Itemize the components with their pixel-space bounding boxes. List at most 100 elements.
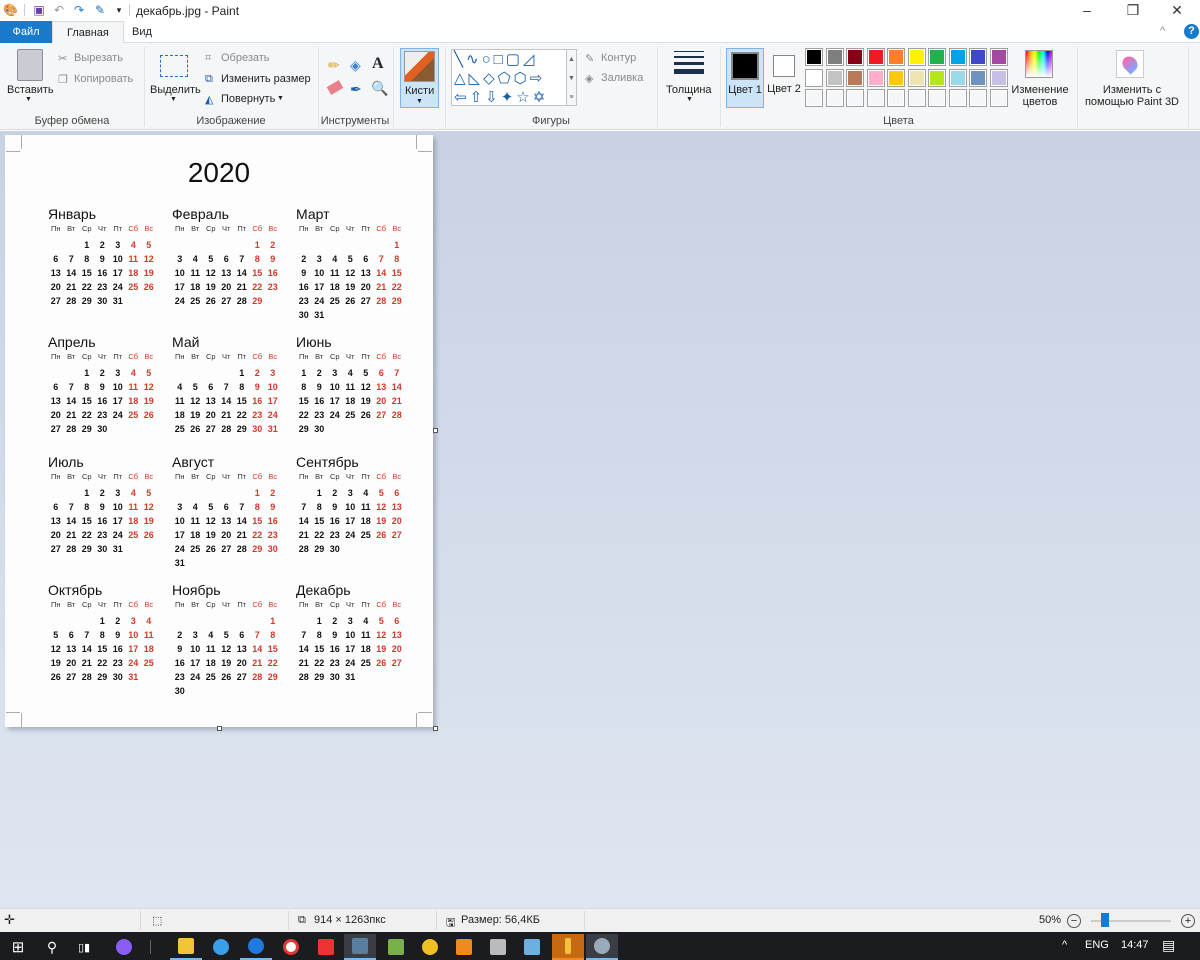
palette-swatch[interactable]	[887, 68, 905, 87]
palette-swatch[interactable]	[928, 68, 946, 87]
palette-swatch-empty[interactable]	[969, 89, 987, 107]
minimize-button[interactable]: –	[1064, 0, 1110, 21]
palette-swatch[interactable]	[989, 48, 1008, 66]
clock[interactable]: 14:47	[1121, 939, 1149, 951]
select-button[interactable]: Выделить	[150, 84, 201, 96]
palette-swatch-empty[interactable]	[805, 89, 823, 107]
shapes-row[interactable]: ╲∿○□▢◿	[454, 50, 566, 69]
1c-icon[interactable]	[414, 934, 446, 960]
palette-swatch-empty[interactable]	[866, 89, 885, 107]
palette-swatch-empty[interactable]	[846, 89, 864, 107]
color2-button[interactable]: Цвет 2	[766, 48, 802, 108]
palette-swatch[interactable]	[825, 48, 844, 66]
palette-swatch-empty[interactable]	[989, 89, 1008, 107]
resize-handle-bottom[interactable]	[217, 726, 222, 731]
fill-button[interactable]: Заливка	[601, 72, 643, 84]
palette-swatch-empty[interactable]	[907, 89, 926, 107]
chevron-down-icon[interactable]: ▼	[686, 96, 693, 103]
rotate-button[interactable]: Повернуть	[221, 93, 275, 105]
undo-icon[interactable]: ↶	[52, 3, 66, 17]
palette-swatch-empty[interactable]	[887, 89, 905, 107]
copy-button[interactable]: Копировать	[74, 73, 133, 85]
palette-swatch[interactable]	[907, 48, 926, 66]
shapes-row[interactable]: ⇦⇧⇩✦☆✡	[454, 88, 566, 107]
outline-button[interactable]: Контур	[601, 52, 636, 64]
shapes-row[interactable]: △◺◇⬠⬡⇨	[454, 69, 566, 88]
fill-bucket-icon[interactable]: ◈	[350, 57, 361, 74]
close-button[interactable]: ✕	[1154, 0, 1200, 21]
eyedropper-icon[interactable]: ✎	[93, 3, 107, 17]
yandex-browser-icon[interactable]	[275, 934, 307, 960]
eraser-icon[interactable]	[326, 80, 344, 95]
app-icon[interactable]	[344, 934, 376, 960]
task-view-icon[interactable]: ▯▮	[68, 934, 100, 960]
redo-icon[interactable]: ↷	[72, 3, 86, 17]
alice-icon[interactable]	[108, 934, 140, 960]
brushes-button[interactable]: Кисти ▼	[400, 48, 439, 108]
palette-swatch-empty[interactable]	[928, 89, 946, 107]
paint-taskbar-icon[interactable]	[586, 934, 618, 960]
app-icon[interactable]	[482, 934, 514, 960]
palette-swatch[interactable]	[846, 68, 864, 87]
palette-swatch[interactable]	[969, 48, 987, 66]
magnifier-icon[interactable]: 🔍	[371, 80, 388, 97]
palette-swatch[interactable]	[948, 68, 967, 87]
edge-icon[interactable]	[240, 934, 272, 960]
palette-swatch[interactable]	[969, 68, 987, 87]
app-icon[interactable]	[380, 934, 412, 960]
palette-swatch[interactable]	[948, 48, 967, 66]
palette-swatch[interactable]	[928, 48, 946, 66]
action-center-icon[interactable]: ▤	[1162, 937, 1175, 954]
app-icon[interactable]	[552, 934, 584, 960]
resize-button[interactable]: Изменить размер	[221, 73, 311, 85]
size-button[interactable]: Толщина	[666, 84, 712, 96]
search-icon[interactable]: ⚲	[36, 934, 68, 960]
file-explorer-icon[interactable]	[170, 934, 202, 960]
palette-swatch-empty[interactable]	[825, 89, 844, 107]
tab-file[interactable]: Файл	[0, 21, 52, 43]
palette-swatch[interactable]	[866, 48, 885, 66]
zoom-out-button[interactable]: −	[1067, 914, 1081, 928]
color-picker-icon[interactable]: ✒	[350, 81, 362, 98]
crop-button[interactable]: Обрезать	[221, 52, 270, 64]
help-icon[interactable]: ?	[1184, 24, 1199, 39]
palette-swatch[interactable]	[887, 48, 905, 66]
palette-swatch[interactable]	[846, 48, 864, 66]
palette-swatch-empty[interactable]	[948, 89, 967, 107]
media-player-icon[interactable]	[448, 934, 480, 960]
internet-explorer-icon[interactable]	[205, 934, 237, 960]
app-icon[interactable]	[516, 934, 548, 960]
shapes-scrollbar[interactable]: ▲ ▼ ≡	[567, 49, 577, 106]
canvas[interactable]: 2020 Январь Пн Вт Ср Чт Пт Сб Вс 1 2 3 4 5 6 7 8 9 10 11 12…	[5, 135, 433, 727]
palette-swatch[interactable]	[805, 48, 823, 66]
color1-button[interactable]: Цвет 1	[726, 48, 764, 108]
zoom-in-button[interactable]: +	[1181, 914, 1195, 928]
save-icon[interactable]: ▣	[32, 3, 46, 17]
yandex-icon[interactable]	[310, 934, 342, 960]
chevron-down-icon[interactable]: ▼	[25, 96, 32, 103]
palette-swatch[interactable]	[907, 68, 926, 87]
tab-home[interactable]: Главная	[52, 21, 124, 44]
palette-swatch[interactable]	[825, 68, 844, 87]
tab-view[interactable]: Вид	[118, 21, 166, 43]
paint-app-icon[interactable]: 🎨	[3, 3, 18, 17]
chevron-down-icon[interactable]: ▼	[277, 95, 284, 102]
language-indicator[interactable]: ENG	[1085, 939, 1109, 951]
palette-swatch[interactable]	[989, 68, 1008, 87]
customize-quick-access-icon[interactable]: ▾	[112, 3, 126, 17]
restore-button[interactable]: ❐	[1110, 0, 1156, 21]
resize-handle-corner[interactable]	[433, 726, 438, 731]
palette-swatch[interactable]	[866, 68, 885, 87]
edit-with-paint3d-button[interactable]: Изменить с помощью Paint 3D	[1080, 84, 1184, 108]
show-hidden-icons[interactable]: ^	[1062, 939, 1067, 951]
zoom-slider-thumb[interactable]	[1101, 913, 1109, 927]
chevron-down-icon[interactable]: ▼	[170, 96, 177, 103]
resize-handle-right[interactable]	[433, 428, 438, 433]
text-tool-icon[interactable]: A	[372, 55, 384, 73]
collapse-ribbon-icon[interactable]: ^	[1160, 25, 1165, 37]
edit-colors-button[interactable]: Изменение цветов	[1008, 84, 1072, 108]
palette-swatch[interactable]	[805, 68, 823, 87]
paste-button[interactable]: Вставить	[7, 84, 54, 96]
line-thickness-icon[interactable]	[674, 51, 704, 74]
start-button[interactable]: ⊞	[2, 934, 34, 960]
